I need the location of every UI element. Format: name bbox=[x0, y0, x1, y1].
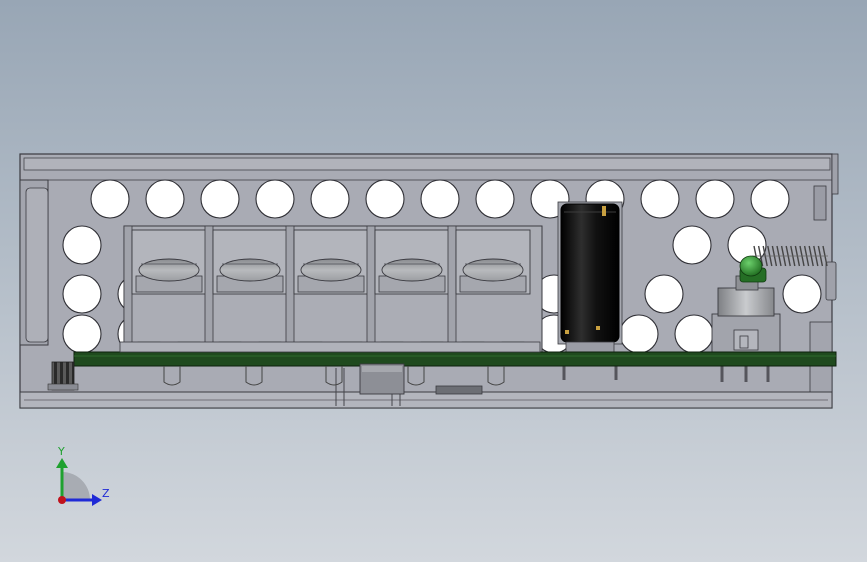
vent-hole bbox=[145, 179, 185, 219]
vent-hole bbox=[619, 314, 659, 354]
vent-hole bbox=[750, 179, 790, 219]
button-cap-icon bbox=[138, 258, 200, 282]
vent-hole bbox=[420, 179, 460, 219]
z-axis-arrowhead bbox=[92, 494, 102, 506]
vent-hole bbox=[640, 179, 680, 219]
button-cap-icon bbox=[300, 258, 362, 282]
vent-hole bbox=[365, 179, 405, 219]
button-cap-icon bbox=[462, 258, 524, 282]
vent-hole bbox=[62, 225, 102, 265]
vent-hole bbox=[674, 314, 714, 354]
cad-model-view: Y Z bbox=[19, 153, 839, 506]
vent-hole bbox=[782, 274, 822, 314]
y-axis-arrowhead bbox=[56, 458, 68, 468]
push-button-bank bbox=[123, 225, 543, 353]
vent-hole bbox=[62, 274, 102, 314]
y-axis-label: Y bbox=[57, 445, 65, 458]
coordinate-triad: Y Z bbox=[56, 445, 110, 506]
vent-hole bbox=[62, 314, 102, 354]
vent-hole bbox=[475, 179, 515, 219]
vent-hole bbox=[255, 179, 295, 219]
vent-hole bbox=[672, 225, 712, 265]
z-axis-label: Z bbox=[102, 487, 110, 500]
button-cap-icon bbox=[381, 258, 443, 282]
vent-hole bbox=[644, 274, 684, 314]
vent-hole bbox=[90, 179, 130, 219]
vent-hole bbox=[695, 179, 735, 219]
button-cap-icon bbox=[219, 258, 281, 282]
x-axis-point bbox=[58, 496, 66, 504]
vent-hole bbox=[200, 179, 240, 219]
vent-hole bbox=[310, 179, 350, 219]
